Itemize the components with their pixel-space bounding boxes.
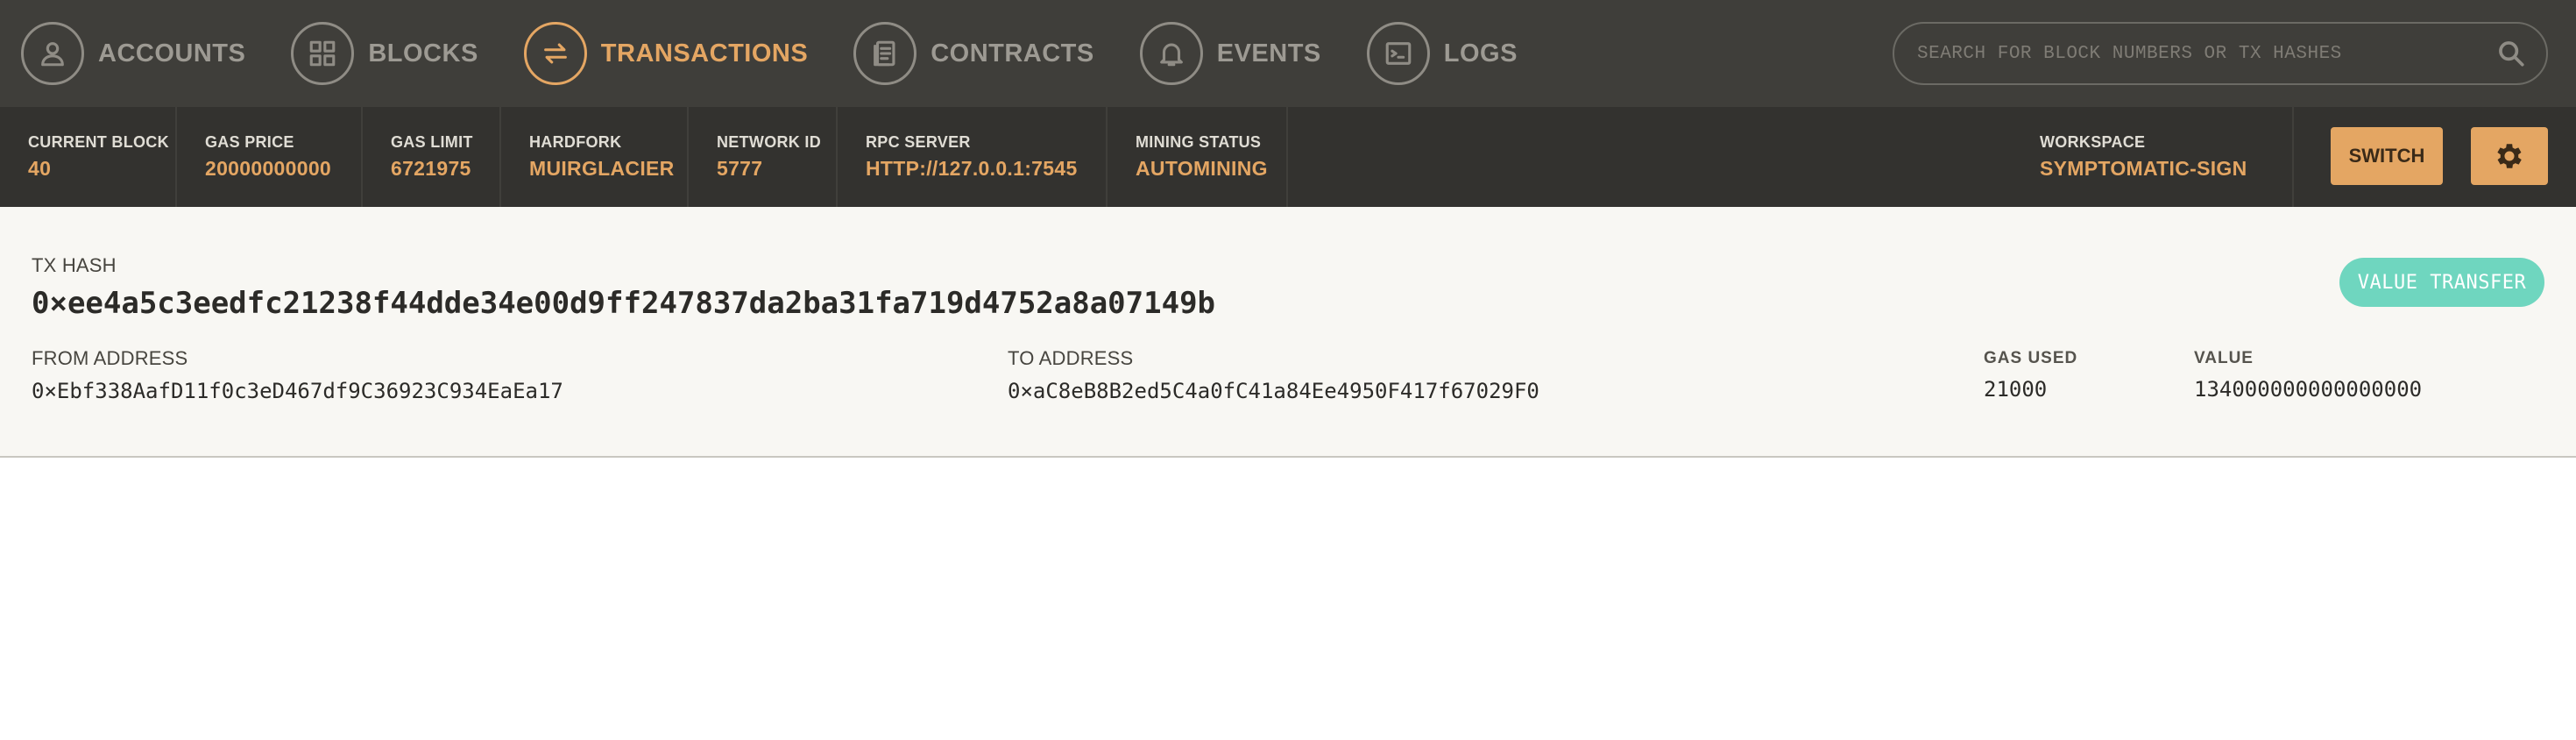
stat-value: HTTP://127.0.0.1:7545 [866, 157, 1078, 180]
nav-accounts[interactable]: ACCOUNTS [21, 0, 245, 107]
from-address: 0×Ebf338AafD11f0c3eD467df9C36923C934EaEa… [32, 379, 563, 403]
transaction-row[interactable]: TX HASH 0×ee4a5c3eedfc21238f44dde34e00d9… [0, 207, 2576, 458]
stat-label: HARDFORK [529, 133, 622, 151]
switch-button[interactable]: SWITCH [2331, 127, 2443, 185]
nav-transactions[interactable]: TRANSACTIONS [523, 0, 809, 107]
nav-label: CONTRACTS [931, 39, 1094, 68]
from-address-label: FROM ADDRESS [32, 347, 188, 369]
user-icon [21, 22, 84, 85]
status-bar: CURRENT BLOCK 40 GAS PRICE 20000000000 G… [0, 107, 2576, 207]
nav-label: TRANSACTIONS [600, 39, 809, 68]
tx-hash: 0×ee4a5c3eedfc21238f44dde34e00d9ff247837… [32, 286, 1216, 321]
stat-label: RPC SERVER [866, 133, 971, 151]
gear-icon [2497, 144, 2522, 168]
nav-events[interactable]: EVENTS [1139, 0, 1321, 107]
grid-icon [291, 22, 355, 85]
nav-label: ACCOUNTS [98, 39, 246, 68]
stat-rpc-server: RPC SERVER HTTP://127.0.0.1:7545 [838, 107, 1108, 207]
stat-workspace: WORKSPACE SYMPTOMATIC-SIGN [2012, 107, 2294, 207]
search-box [1893, 22, 2548, 85]
stat-value: 20000000000 [205, 157, 332, 180]
terminal-icon [1366, 22, 1430, 85]
document-icon [853, 22, 917, 85]
top-nav: ACCOUNTS BLOCKS TRANSACTIONS CONTRACTS E… [0, 0, 2576, 107]
stat-label: MINING STATUS [1136, 133, 1262, 151]
bell-icon [1139, 22, 1203, 85]
transaction-type-badge: VALUE TRANSFER [2339, 258, 2544, 307]
gas-used-value: 21000 [1984, 377, 2048, 402]
stat-value: 5777 [717, 157, 763, 180]
search-input[interactable] [1915, 26, 2488, 81]
stat-hardfork: HARDFORK MUIRGLACIER [501, 107, 689, 207]
to-address: 0×aC8eB8B2ed5C4a0fC41a84Ee4950F417f67029… [1008, 379, 1539, 403]
nav-logs[interactable]: LOGS [1366, 0, 1518, 107]
stat-gas-limit: GAS LIMIT 6721975 [363, 107, 501, 207]
to-address-label: TO ADDRESS [1008, 347, 1134, 369]
nav-label: EVENTS [1216, 39, 1321, 68]
stat-value: MUIRGLACIER [529, 157, 675, 180]
nav-contracts[interactable]: CONTRACTS [853, 0, 1094, 107]
stat-mining-status: MINING STATUS AUTOMINING [1108, 107, 1288, 207]
value-label: VALUE [2194, 349, 2254, 367]
stat-value: 40 [28, 157, 52, 180]
stat-network-id: NETWORK ID 5777 [689, 107, 838, 207]
stat-label: CURRENT BLOCK [28, 133, 169, 151]
value-amount: 134000000000000000 [2194, 377, 2423, 402]
search-icon[interactable] [2488, 31, 2534, 76]
nav-blocks[interactable]: BLOCKS [291, 0, 478, 107]
nav-label: BLOCKS [368, 39, 478, 68]
stat-value: 6721975 [391, 157, 471, 180]
stat-label: NETWORK ID [717, 133, 821, 151]
stat-label: WORKSPACE [2040, 133, 2146, 151]
stat-value: AUTOMINING [1136, 157, 1268, 180]
stat-label: GAS PRICE [205, 133, 294, 151]
gas-used-label: GAS USED [1984, 349, 2078, 367]
settings-button[interactable] [2471, 127, 2548, 185]
nav-label: LOGS [1443, 39, 1518, 68]
swap-arrows-icon [523, 22, 587, 85]
stat-value: SYMPTOMATIC-SIGN [2040, 157, 2247, 180]
stat-current-block: CURRENT BLOCK 40 [0, 107, 177, 207]
ganache-app: ACCOUNTS BLOCKS TRANSACTIONS CONTRACTS E… [0, 0, 2576, 740]
stat-label: GAS LIMIT [391, 133, 473, 151]
tx-hash-label: TX HASH [32, 254, 117, 276]
stat-gas-price: GAS PRICE 20000000000 [177, 107, 363, 207]
